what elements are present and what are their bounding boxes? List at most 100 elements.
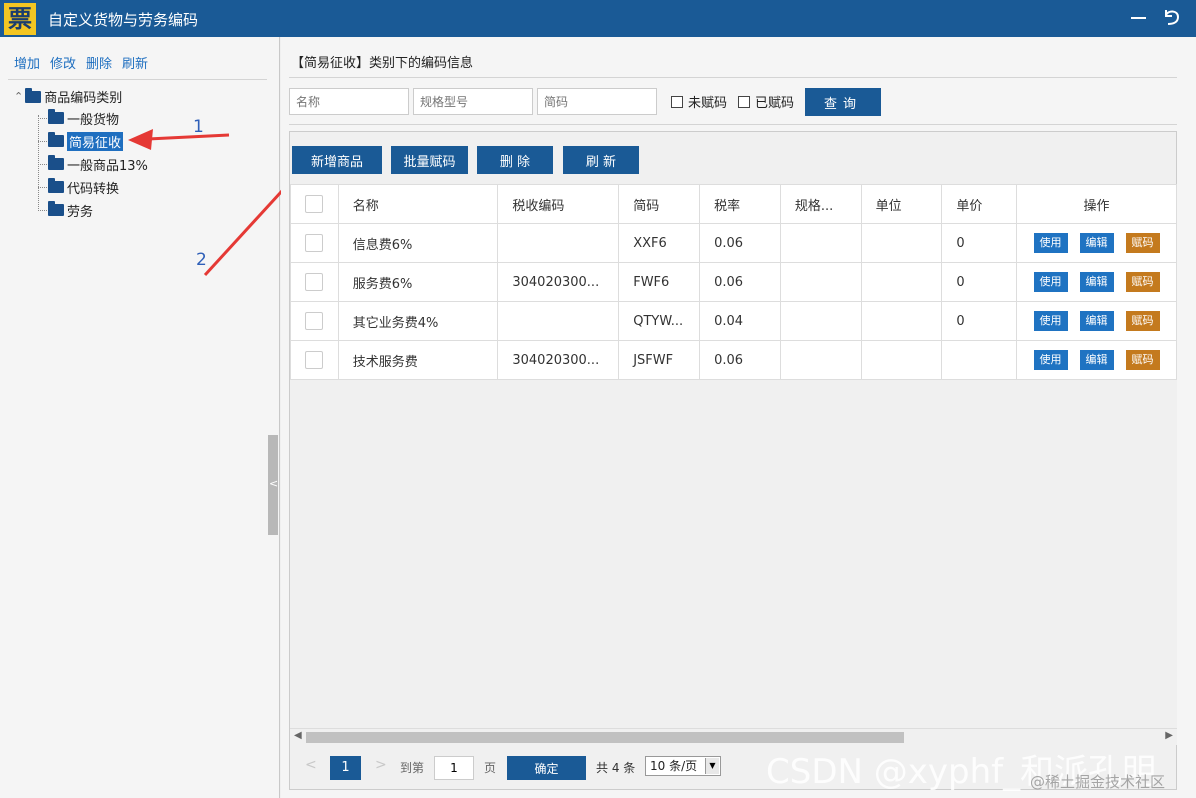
unassigned-filter[interactable]: 未赋码 — [671, 92, 727, 111]
tree-item-label: 代码转换 — [67, 181, 120, 197]
divider — [8, 79, 267, 80]
name-filter-input[interactable] — [289, 88, 409, 115]
code-filter-input[interactable] — [537, 88, 657, 115]
tree-item-general-13[interactable]: 一般商品13% — [48, 154, 148, 174]
row-select-cell[interactable] — [290, 262, 339, 302]
left-panel: 增加 修改 删除 刷新 ⌃ 商品编码类别 一般货物 简易征收 一般商品13% 代码转换… — [0, 37, 280, 798]
batch-assign-button[interactable]: 批量赋码 — [391, 146, 468, 174]
cell-actions: 使用 编辑 赋码 — [1016, 262, 1177, 302]
assigned-checkbox[interactable] — [738, 95, 750, 108]
cell-unit — [860, 340, 943, 380]
edit-button[interactable]: 编辑 — [1079, 311, 1114, 331]
row-select-cell[interactable] — [290, 340, 339, 380]
cell-tax-code: 304020300... — [497, 262, 620, 302]
page-size-select[interactable]: 10 条/页 ▼ — [645, 756, 721, 776]
unassigned-checkbox[interactable] — [671, 95, 683, 108]
product-grid: 名称 税收编码 简码 税率 规格... 单位 单价 操作 信息费6% XXF6 … — [290, 184, 1177, 728]
collapse-icon[interactable]: ⌃ — [14, 90, 23, 103]
page-number-current[interactable]: 1 — [330, 756, 361, 780]
row-checkbox[interactable] — [305, 273, 324, 291]
col-header-actions: 操作 — [1016, 184, 1177, 224]
delete-button[interactable]: 删 除 — [477, 146, 553, 174]
tree-item-label: 简易征收 — [67, 131, 124, 151]
scrollbar-thumb[interactable] — [306, 732, 904, 743]
tree-guide-line — [38, 210, 47, 211]
folder-icon — [48, 132, 64, 147]
cell-unit — [860, 262, 943, 302]
col-header-short-code[interactable]: 简码 — [618, 184, 701, 224]
select-all-checkbox[interactable] — [305, 195, 324, 213]
minimize-icon[interactable] — [1131, 17, 1146, 19]
delete-category-link[interactable]: 删除 — [86, 57, 112, 72]
folder-icon — [48, 109, 64, 124]
next-page-icon[interactable]: > — [375, 757, 387, 773]
edit-button[interactable]: 编辑 — [1079, 233, 1114, 253]
table-header-row: 名称 税收编码 简码 税率 规格... 单位 单价 操作 — [290, 184, 1177, 224]
table-row[interactable]: 技术服务费 304020300... JSFWF 0.06 使用 编辑 赋码 — [290, 340, 1177, 380]
page-size-value: 10 条/页 — [650, 759, 698, 773]
tree-item-general-goods[interactable]: 一般货物 — [48, 108, 119, 128]
col-header-name[interactable]: 名称 — [337, 184, 499, 224]
content-box: 新增商品 批量赋码 删 除 刷 新 名称 税收编码 简码 税率 规格... 单位… — [289, 131, 1177, 745]
cell-tax-code — [497, 301, 620, 341]
select-all-cell[interactable] — [290, 184, 339, 224]
cell-name: 服务费6% — [337, 262, 499, 302]
dropdown-arrow-icon[interactable]: ▼ — [705, 758, 719, 774]
cell-spec — [779, 262, 862, 302]
edit-button[interactable]: 编辑 — [1079, 350, 1114, 370]
tree-item-simple-levy[interactable]: 简易征收 — [48, 131, 124, 151]
add-product-button[interactable]: 新增商品 — [292, 146, 382, 174]
query-button[interactable]: 查询 — [805, 88, 881, 116]
horizontal-scrollbar[interactable]: ◀ ▶ — [290, 728, 1177, 745]
cell-tax-rate: 0.06 — [699, 340, 781, 380]
col-header-spec[interactable]: 规格... — [779, 184, 862, 224]
assign-code-button[interactable]: 赋码 — [1125, 272, 1160, 292]
use-button[interactable]: 使用 — [1033, 350, 1068, 370]
row-select-cell[interactable] — [290, 223, 339, 263]
assigned-filter[interactable]: 已赋码 — [738, 92, 794, 111]
cell-tax-rate: 0.06 — [699, 262, 781, 302]
refresh-category-link[interactable]: 刷新 — [122, 57, 148, 72]
use-button[interactable]: 使用 — [1033, 311, 1068, 331]
row-checkbox[interactable] — [305, 312, 324, 330]
table-row[interactable]: 信息费6% XXF6 0.06 0 使用 编辑 赋码 — [290, 223, 1177, 263]
goto-label: 到第 — [400, 761, 425, 775]
spec-filter-input[interactable] — [413, 88, 533, 115]
row-select-cell[interactable] — [290, 301, 339, 341]
cell-unit — [860, 301, 943, 341]
use-button[interactable]: 使用 — [1033, 233, 1068, 253]
table-row[interactable]: 服务费6% 304020300... FWF6 0.06 0 使用 编辑 赋码 — [290, 262, 1177, 302]
assign-code-button[interactable]: 赋码 — [1125, 350, 1160, 370]
cell-price — [941, 340, 1018, 380]
scroll-left-icon[interactable]: ◀ — [294, 730, 302, 741]
tree-item-labor[interactable]: 劳务 — [48, 200, 93, 220]
edit-category-link[interactable]: 修改 — [50, 57, 76, 72]
col-header-tax-rate[interactable]: 税率 — [699, 184, 781, 224]
right-panel: 【简易征收】类别下的编码信息 未赋码 已赋码 查询 新增商品 批量赋码 删 除 … — [281, 37, 1196, 798]
tree-item-code-convert[interactable]: 代码转换 — [48, 177, 119, 197]
scroll-right-icon[interactable]: ▶ — [1165, 730, 1173, 741]
tree-guide-line — [38, 118, 47, 119]
goto-confirm-button[interactable]: 确定 — [507, 756, 586, 780]
folder-icon — [48, 155, 64, 170]
refresh-button[interactable]: 刷 新 — [563, 146, 639, 174]
tree-root[interactable]: ⌃ 商品编码类别 — [14, 87, 122, 106]
row-checkbox[interactable] — [305, 234, 324, 252]
col-header-unit[interactable]: 单位 — [860, 184, 943, 224]
page-unit-label: 页 — [484, 761, 497, 775]
row-checkbox[interactable] — [305, 351, 324, 369]
add-category-link[interactable]: 增加 — [14, 57, 40, 72]
assign-code-button[interactable]: 赋码 — [1125, 233, 1160, 253]
back-icon[interactable] — [1160, 5, 1184, 29]
col-header-tax-code[interactable]: 税收编码 — [497, 184, 620, 224]
tree-item-label: 一般商品13% — [67, 158, 148, 174]
assign-code-button[interactable]: 赋码 — [1125, 311, 1160, 331]
panel-splitter[interactable]: < — [268, 435, 278, 535]
table-row[interactable]: 其它业务费4% QTYW... 0.04 0 使用 编辑 赋码 — [290, 301, 1177, 341]
edit-button[interactable]: 编辑 — [1079, 272, 1114, 292]
use-button[interactable]: 使用 — [1033, 272, 1068, 292]
goto-page-input[interactable] — [434, 756, 474, 780]
col-header-price[interactable]: 单价 — [941, 184, 1018, 224]
prev-page-icon[interactable]: < — [305, 757, 317, 773]
section-title: 【简易征收】类别下的编码信息 — [291, 56, 474, 71]
